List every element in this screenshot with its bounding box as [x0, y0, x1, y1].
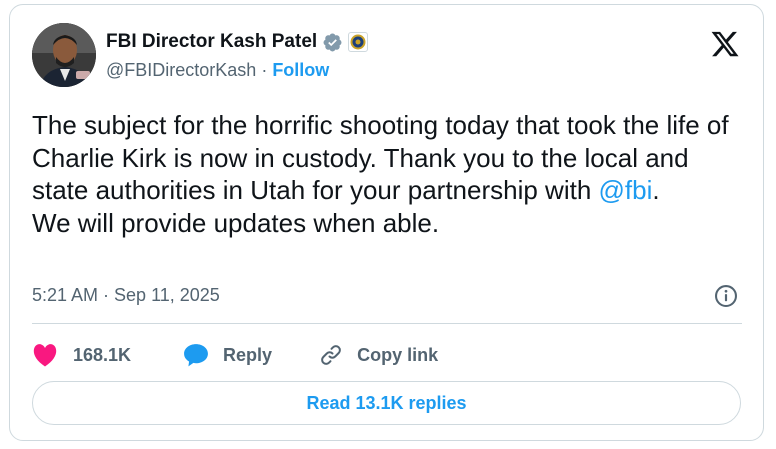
- reply-label: Reply: [223, 344, 273, 365]
- like-count: 168.1K: [73, 344, 132, 365]
- x-logo-icon[interactable]: [709, 29, 741, 59]
- tweet-header: FBI Director Kash Patel @FBIDirectorKash…: [32, 23, 732, 91]
- author-handle[interactable]: @FBIDirectorKash: [106, 60, 256, 81]
- follow-button[interactable]: Follow: [272, 60, 329, 81]
- copy-link-label: Copy link: [357, 344, 439, 365]
- tweet-timestamp[interactable]: 5:21 AM · Sep 11, 2025: [32, 285, 220, 306]
- reply-button[interactable]: Reply: [169, 343, 272, 367]
- avatar[interactable]: [32, 23, 96, 87]
- tweet-card: FBI Director Kash Patel @FBIDirectorKash…: [9, 4, 764, 441]
- verified-badge-icon: [322, 32, 343, 53]
- divider: [32, 323, 742, 324]
- action-bar: 168.1K Reply Copy link: [32, 339, 438, 371]
- like-button[interactable]: 168.1K: [32, 343, 131, 367]
- fbi-seal-icon[interactable]: [348, 32, 369, 52]
- display-name[interactable]: FBI Director Kash Patel: [106, 31, 317, 53]
- copy-link-button[interactable]: Copy link: [305, 343, 438, 367]
- speech-bubble-icon: [183, 343, 209, 367]
- read-replies-button[interactable]: Read 13.1K replies: [32, 381, 741, 425]
- tweet-text: The subject for the horrific shooting to…: [32, 109, 742, 239]
- link-icon: [319, 343, 343, 367]
- heart-icon: [32, 343, 58, 367]
- mention-link[interactable]: @fbi: [599, 175, 653, 205]
- info-icon[interactable]: [713, 283, 739, 309]
- separator-dot: ·: [261, 59, 268, 80]
- author-info: FBI Director Kash Patel @FBIDirectorKash…: [106, 29, 369, 83]
